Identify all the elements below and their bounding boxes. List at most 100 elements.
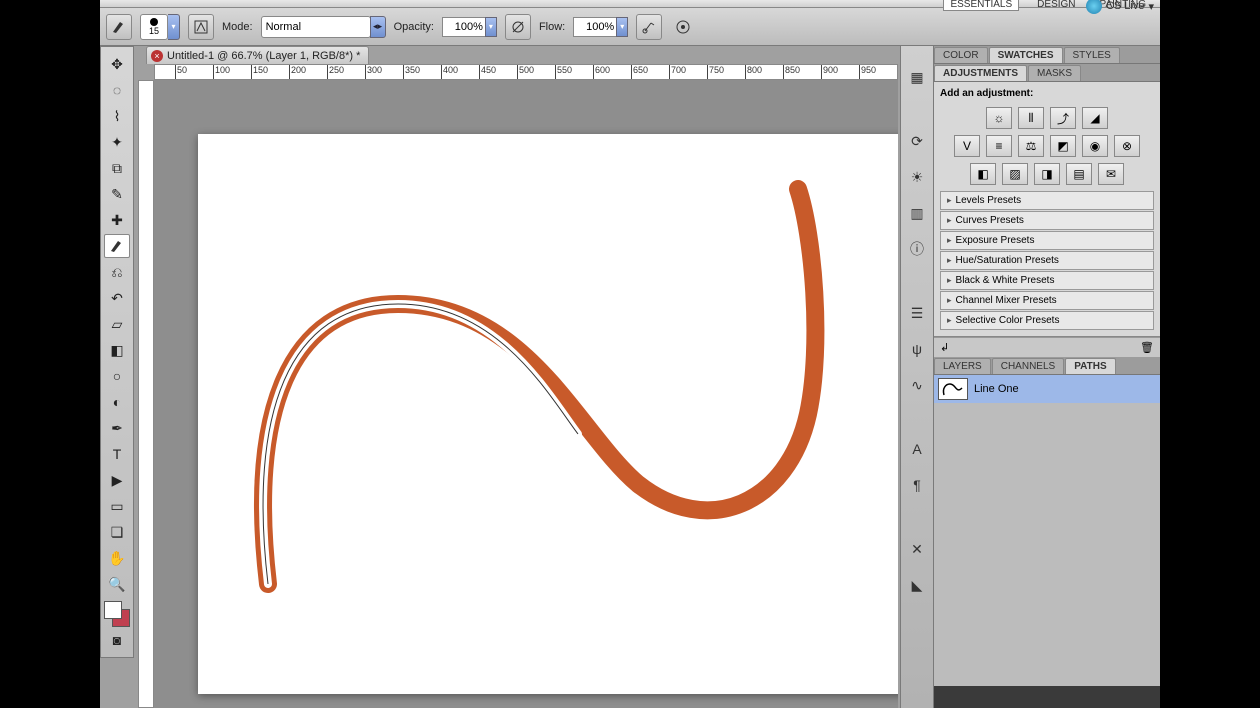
tab-color[interactable]: COLOR <box>934 47 988 63</box>
layers-panel-tabs: LAYERS CHANNELS PATHS <box>934 357 1160 375</box>
quick-mask-icon[interactable]: ◙ <box>104 628 130 652</box>
color-swatches[interactable] <box>104 601 130 627</box>
tab-swatches[interactable]: SWATCHES <box>989 47 1063 63</box>
info-icon[interactable]: ⓘ <box>906 238 928 260</box>
dodge-tool[interactable]: ◐ <box>104 390 130 414</box>
channel-mixer-icon[interactable]: ⊗ <box>1114 135 1140 157</box>
path-item[interactable]: Line One <box>934 375 1160 403</box>
curves-icon[interactable]: ⤴ <box>1050 107 1076 129</box>
tab-adjustments[interactable]: ADJUSTMENTS <box>934 65 1027 81</box>
photo-filter-icon[interactable]: ◉ <box>1082 135 1108 157</box>
cs-live-icon <box>1086 0 1102 14</box>
stamp-tool[interactable]: ⎌ <box>104 260 130 284</box>
preset-item[interactable]: Levels Presets <box>940 191 1154 210</box>
actions-icon[interactable]: ☀ <box>906 166 928 188</box>
brush-picker-arrow[interactable]: ▾ <box>168 14 180 40</box>
mode-label: Mode: <box>222 21 253 33</box>
brush-tool[interactable] <box>104 234 130 258</box>
tablet-opacity-icon[interactable] <box>505 14 531 40</box>
preset-item[interactable]: Exposure Presets <box>940 231 1154 250</box>
tablet-size-icon[interactable] <box>670 14 696 40</box>
preset-item[interactable]: Curves Presets <box>940 211 1154 230</box>
document-tab[interactable]: × Untitled-1 @ 66.7% (Layer 1, RGB/8*) * <box>146 46 369 64</box>
selective-color-icon[interactable]: ✉ <box>1098 163 1124 185</box>
exposure-icon[interactable]: ◢ <box>1082 107 1108 129</box>
mini-bridge-icon[interactable]: ▦ <box>906 66 928 88</box>
levels-icon[interactable]: ⫴ <box>1018 107 1044 129</box>
opacity-arrow[interactable]: ▾ <box>485 17 497 37</box>
dock-strip: ▦ ⟳ ☀ ▥ ⓘ ☰ ψ ∿ A ¶ ✕ ◣ <box>900 46 934 708</box>
adjustments-footer: ↲ 🗑 <box>934 337 1160 357</box>
path-select-tool[interactable]: ▶ <box>104 468 130 492</box>
workspace-tab-essentials[interactable]: ESSENTIALS <box>943 0 1019 11</box>
flow-input[interactable]: 100% <box>573 17 617 37</box>
marquee-tool[interactable]: ◌ <box>104 78 130 102</box>
tab-channels[interactable]: CHANNELS <box>992 358 1064 374</box>
history-icon[interactable]: ⟳ <box>906 130 928 152</box>
channels-dock-icon[interactable]: ψ <box>906 338 928 360</box>
cs-live[interactable]: CS Live ▾ <box>1086 0 1154 14</box>
foreground-color[interactable] <box>104 601 122 619</box>
vibrance-icon[interactable]: V <box>954 135 980 157</box>
flow-arrow[interactable]: ▾ <box>616 17 628 37</box>
flow-label: Flow: <box>539 21 565 33</box>
hand-tool[interactable]: ✋ <box>104 546 130 570</box>
3d-tool[interactable]: ❏ <box>104 520 130 544</box>
quick-select-tool[interactable]: ✦ <box>104 130 130 154</box>
tool-presets-icon[interactable]: ✕ <box>906 538 928 560</box>
pen-tool[interactable]: ✒ <box>104 416 130 440</box>
paragraph-icon[interactable]: ¶ <box>906 474 928 496</box>
preset-item[interactable]: Black & White Presets <box>940 271 1154 290</box>
blend-mode-select[interactable]: Normal <box>261 16 371 38</box>
tab-layers[interactable]: LAYERS <box>934 358 991 374</box>
eraser-tool[interactable]: ▱ <box>104 312 130 336</box>
preset-item[interactable]: Hue/Saturation Presets <box>940 251 1154 270</box>
color-balance-icon[interactable]: ⚖ <box>1018 135 1044 157</box>
gradient-map-icon[interactable]: ▤ <box>1066 163 1092 185</box>
threshold-icon[interactable]: ◨ <box>1034 163 1060 185</box>
bw-icon[interactable]: ◩ <box>1050 135 1076 157</box>
paths-dock-icon[interactable]: ∿ <box>906 374 928 396</box>
preset-item[interactable]: Selective Color Presets <box>940 311 1154 330</box>
flow-value: 100% <box>586 21 614 33</box>
close-icon[interactable]: × <box>151 50 163 62</box>
airbrush-icon[interactable] <box>636 14 662 40</box>
preset-item[interactable]: Channel Mixer Presets <box>940 291 1154 310</box>
shape-tool[interactable]: ▭ <box>104 494 130 518</box>
history-brush-tool[interactable]: ↶ <box>104 286 130 310</box>
gradient-tool[interactable]: ◧ <box>104 338 130 362</box>
clip-icon[interactable]: ↲ <box>940 341 949 354</box>
healing-tool[interactable]: ✚ <box>104 208 130 232</box>
histogram-icon[interactable]: ▥ <box>906 202 928 224</box>
ruler-tick: 50 <box>175 65 187 80</box>
opacity-input[interactable]: 100% <box>442 17 486 37</box>
move-tool[interactable]: ✥ <box>104 52 130 76</box>
character-icon[interactable]: A <box>906 438 928 460</box>
eyedropper-tool[interactable]: ✎ <box>104 182 130 206</box>
path-name: Line One <box>974 383 1019 395</box>
posterize-icon[interactable]: ▨ <box>1002 163 1028 185</box>
layers-dock-icon[interactable]: ☰ <box>906 302 928 324</box>
brush-presets-icon[interactable]: ◣ <box>906 574 928 596</box>
brush-preview[interactable]: 15 <box>140 14 168 40</box>
invert-icon[interactable]: ◧ <box>970 163 996 185</box>
canvas-viewport[interactable] <box>154 80 898 708</box>
hue-sat-icon[interactable]: ≡ <box>986 135 1012 157</box>
lasso-tool[interactable]: ⌇ <box>104 104 130 128</box>
crop-tool[interactable]: ⧉ <box>104 156 130 180</box>
tab-masks[interactable]: MASKS <box>1028 65 1081 81</box>
zoom-tool[interactable]: 🔍 <box>104 572 130 596</box>
type-tool[interactable]: T <box>104 442 130 466</box>
tab-styles[interactable]: STYLES <box>1064 47 1120 63</box>
brush-panel-toggle[interactable] <box>188 14 214 40</box>
tab-paths[interactable]: PATHS <box>1065 358 1115 374</box>
path-thumbnail <box>938 378 968 400</box>
paths-empty-area[interactable] <box>934 403 1160 686</box>
workspace-tab-design[interactable]: DESIGN <box>1031 0 1081 10</box>
blur-tool[interactable]: ○ <box>104 364 130 388</box>
tool-preset-picker[interactable] <box>106 14 132 40</box>
blend-mode-arrow[interactable]: ◂▸ <box>370 16 386 38</box>
canvas[interactable] <box>198 134 898 694</box>
brightness-icon[interactable]: ☼ <box>986 107 1012 129</box>
trash-icon[interactable]: 🗑 <box>1140 341 1154 354</box>
